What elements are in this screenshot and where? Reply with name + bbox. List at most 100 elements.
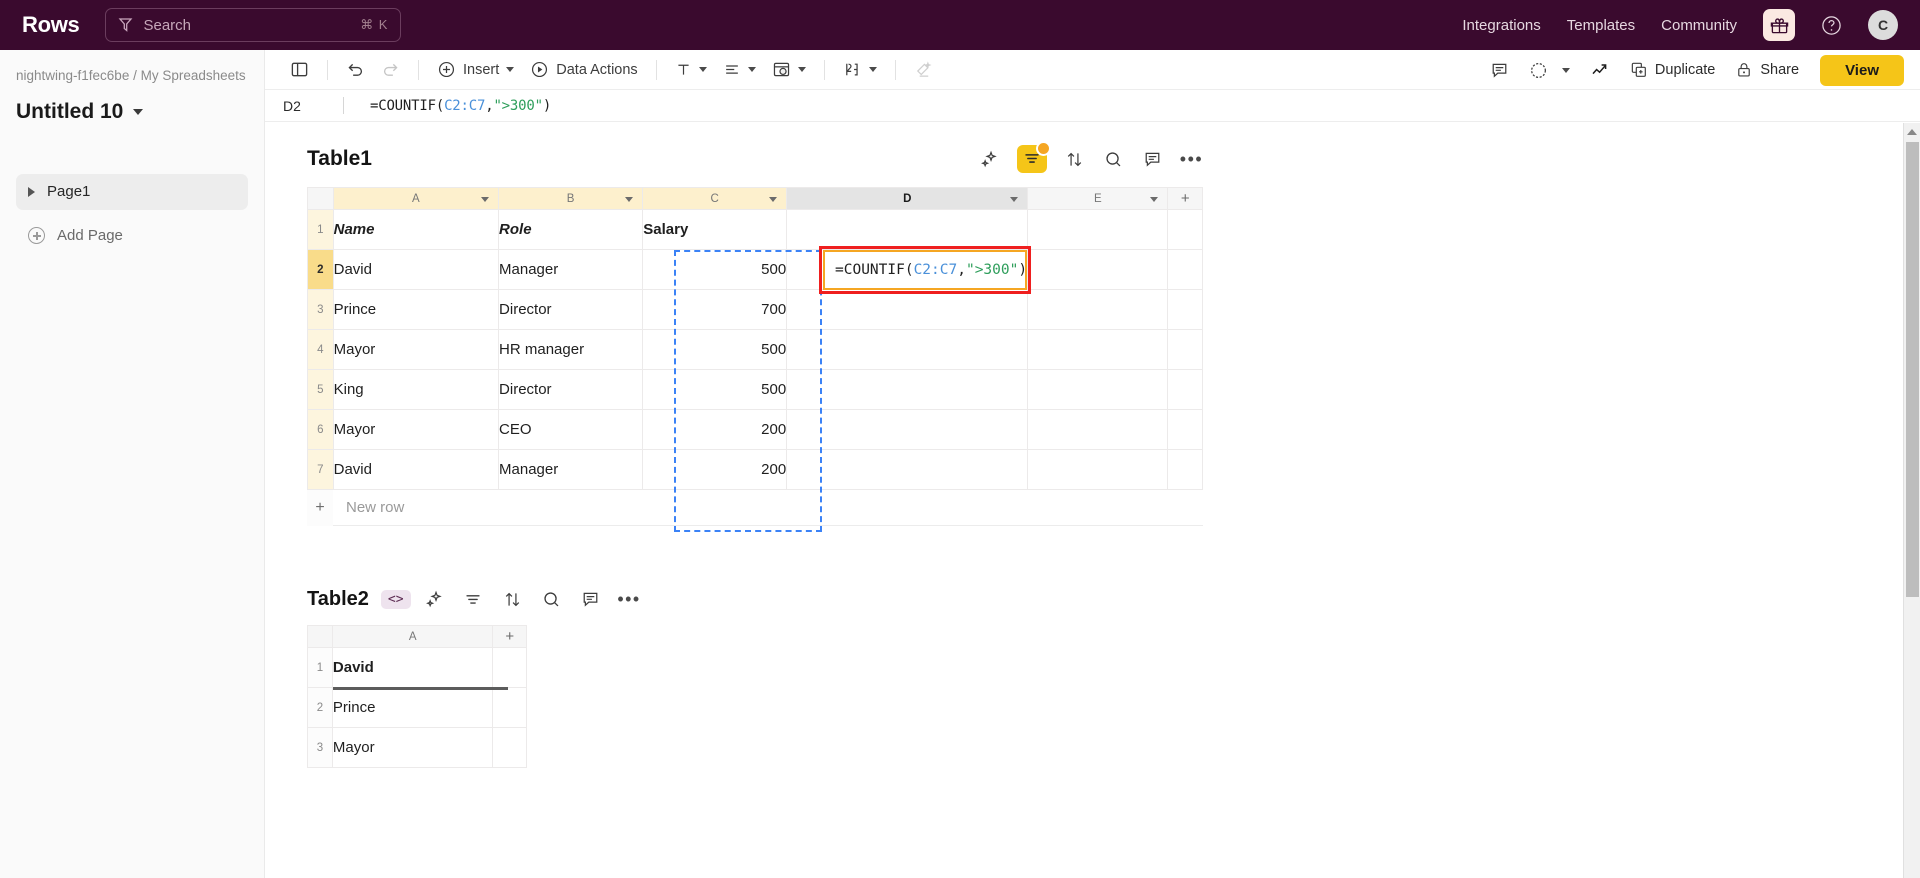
table2-name[interactable]: Table2 xyxy=(307,588,369,611)
table2-horizontal-scrollbar[interactable] xyxy=(333,687,508,690)
view-button[interactable]: View xyxy=(1820,54,1904,86)
filter-icon[interactable] xyxy=(462,588,485,611)
chevron-down-icon[interactable] xyxy=(1150,197,1159,202)
code-badge-icon[interactable]: <> xyxy=(380,590,411,609)
clear-format-icon[interactable] xyxy=(907,55,940,85)
scroll-up-arrow-icon[interactable] xyxy=(1904,123,1920,140)
sidebar-item-page1[interactable]: Page1 xyxy=(16,173,248,210)
cell-c1[interactable]: Salary xyxy=(642,209,788,250)
cell-e1[interactable] xyxy=(1027,209,1169,250)
cell-b6[interactable]: CEO xyxy=(498,409,644,450)
more-options-icon[interactable]: ••• xyxy=(617,588,641,611)
cell-a1[interactable]: Name xyxy=(332,209,500,250)
vertical-scrollbar[interactable] xyxy=(1903,123,1920,878)
row-header-7[interactable]: 7 xyxy=(307,449,334,490)
cell-c5[interactable]: 500 xyxy=(642,369,788,410)
chevron-down-icon[interactable] xyxy=(1010,197,1019,202)
row-header-1[interactable]: 1 xyxy=(307,647,333,688)
trend-up-icon[interactable] xyxy=(1583,55,1617,85)
cell-b5[interactable]: Director xyxy=(498,369,644,410)
cell-a5[interactable]: King xyxy=(332,369,500,410)
more-options-icon[interactable]: ••• xyxy=(1180,148,1203,171)
cell-d7[interactable] xyxy=(786,449,1029,490)
chevron-down-icon[interactable] xyxy=(481,197,490,202)
history-clock-icon[interactable] xyxy=(1522,55,1577,85)
chevron-down-icon[interactable] xyxy=(747,67,756,72)
column-header-a[interactable]: A xyxy=(331,625,494,648)
cell-e7[interactable] xyxy=(1027,449,1169,490)
gift-icon[interactable] xyxy=(1763,9,1795,41)
cell-a7[interactable]: David xyxy=(332,449,500,490)
chevron-down-icon[interactable] xyxy=(133,108,144,115)
row-header-5[interactable]: 5 xyxy=(307,369,334,410)
add-column-button[interactable]: + xyxy=(492,625,527,648)
row-header-3[interactable]: 3 xyxy=(307,289,334,330)
nav-integrations[interactable]: Integrations xyxy=(1462,17,1540,34)
cell-e6[interactable] xyxy=(1027,409,1169,450)
chevron-down-icon[interactable] xyxy=(506,67,515,72)
cell-d4[interactable] xyxy=(786,329,1029,370)
comment-icon[interactable] xyxy=(1483,55,1516,85)
chevron-down-icon[interactable] xyxy=(1561,67,1570,73)
cell-editor-d2[interactable]: =COUNTIF(C2:C7, ">300") xyxy=(823,250,1027,290)
table1-name[interactable]: Table1 xyxy=(307,147,372,171)
column-header-a[interactable]: A xyxy=(332,187,500,210)
add-column-button[interactable]: + xyxy=(1167,187,1203,210)
row-header-4[interactable]: 4 xyxy=(307,329,334,370)
cell-c4[interactable]: 500 xyxy=(642,329,788,370)
cell-e4[interactable] xyxy=(1027,329,1169,370)
scrollbar-thumb[interactable] xyxy=(1906,142,1919,597)
app-logo[interactable]: Rows xyxy=(22,12,80,38)
grid-corner[interactable] xyxy=(307,625,333,648)
share-button[interactable]: Share xyxy=(1728,55,1806,85)
column-header-d[interactable]: D xyxy=(786,187,1029,210)
cell-a3[interactable]: Mayor xyxy=(331,727,494,768)
chevron-down-icon[interactable] xyxy=(625,197,634,202)
cell-b7[interactable]: Manager xyxy=(498,449,644,490)
chevron-right-icon[interactable] xyxy=(28,186,35,197)
sort-icon[interactable] xyxy=(1063,148,1086,171)
row-header-2[interactable]: 2 xyxy=(307,687,333,728)
search-icon[interactable] xyxy=(540,588,563,611)
breadcrumb[interactable]: nightwing-f1fec6be / My Spreadsheets xyxy=(16,66,248,86)
cell-color-icon[interactable] xyxy=(765,55,813,85)
user-avatar[interactable]: C xyxy=(1868,10,1898,40)
cell-d6[interactable] xyxy=(786,409,1029,450)
insert-button[interactable]: Insert xyxy=(430,55,521,85)
search-input[interactable]: Search ⌘ K xyxy=(105,8,402,42)
help-circle-icon[interactable] xyxy=(1821,15,1842,36)
cell-b4[interactable]: HR manager xyxy=(498,329,644,370)
comment-icon[interactable] xyxy=(579,588,602,611)
sidebar-toggle-icon[interactable] xyxy=(283,55,316,85)
cell-a1[interactable]: David xyxy=(331,647,494,688)
cell-d3[interactable] xyxy=(786,289,1029,330)
sort-icon[interactable] xyxy=(501,588,524,611)
cell-a2[interactable]: David xyxy=(332,249,500,290)
cell-b2[interactable]: Manager xyxy=(498,249,644,290)
redo-icon[interactable] xyxy=(374,55,407,85)
ai-sparkle-icon[interactable] xyxy=(978,148,1001,171)
cell-e3[interactable] xyxy=(1027,289,1169,330)
ai-sparkle-icon[interactable] xyxy=(423,588,446,611)
duplicate-button[interactable]: Duplicate xyxy=(1623,55,1722,85)
data-actions-button[interactable]: Data Actions xyxy=(523,55,644,85)
cell-c2[interactable]: 500 xyxy=(642,249,788,290)
chevron-down-icon[interactable] xyxy=(868,67,877,72)
column-header-c[interactable]: C xyxy=(642,187,788,210)
chevron-down-icon[interactable] xyxy=(797,67,806,72)
cell-b1[interactable]: Role xyxy=(498,209,644,250)
cell-reference[interactable]: D2 xyxy=(283,98,343,114)
cell-a2[interactable]: Prince xyxy=(331,687,494,728)
cell-a3[interactable]: Prince xyxy=(332,289,500,330)
formula-input[interactable]: =COUNTIF(C2:C7,">300") xyxy=(370,98,551,114)
column-header-b[interactable]: B xyxy=(498,187,644,210)
cell-c6[interactable]: 200 xyxy=(642,409,788,450)
filter-icon[interactable] xyxy=(1017,141,1051,173)
row-header-6[interactable]: 6 xyxy=(307,409,334,450)
cell-a6[interactable]: Mayor xyxy=(332,409,500,450)
column-header-e[interactable]: E xyxy=(1027,187,1169,210)
number-format-icon[interactable] xyxy=(836,55,884,85)
undo-icon[interactable] xyxy=(339,55,372,85)
cell-a4[interactable]: Mayor xyxy=(332,329,500,370)
cell-b3[interactable]: Director xyxy=(498,289,644,330)
